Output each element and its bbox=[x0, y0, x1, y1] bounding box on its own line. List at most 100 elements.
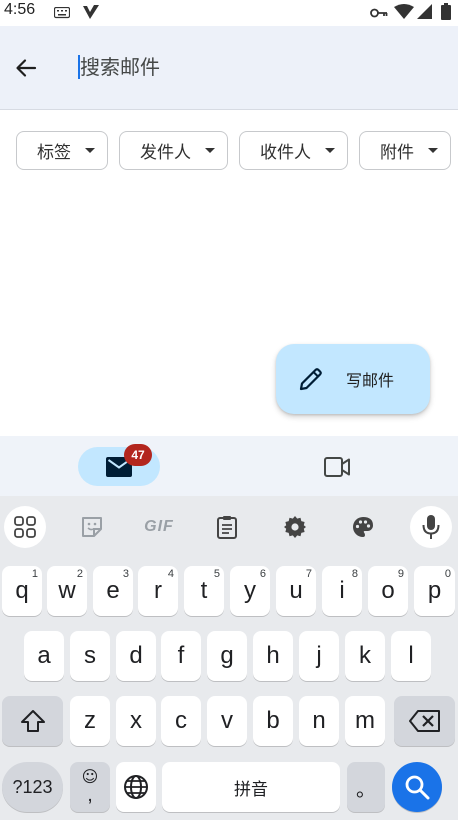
key-h[interactable]: h bbox=[253, 631, 293, 681]
key-char: p bbox=[427, 577, 442, 604]
text-cursor bbox=[78, 55, 80, 79]
key-g[interactable]: g bbox=[207, 631, 247, 681]
emoji-icon: ☺ bbox=[81, 767, 99, 786]
key-a[interactable]: a bbox=[24, 631, 64, 681]
dropdown-arrow-icon bbox=[205, 148, 215, 153]
compose-label: 写邮件 bbox=[346, 371, 395, 390]
key-char: q bbox=[15, 577, 29, 604]
key-hint: 4 bbox=[167, 568, 174, 580]
key-r[interactable]: r4 bbox=[138, 566, 178, 616]
key-y[interactable]: y6 bbox=[230, 566, 270, 616]
symbols-key[interactable]: ?123 bbox=[2, 762, 63, 812]
emoji-comma-key[interactable]: ☺ , bbox=[70, 762, 110, 812]
gif-icon: GIF bbox=[144, 518, 174, 535]
key-u[interactable]: u7 bbox=[276, 566, 316, 616]
key-char: i bbox=[339, 577, 345, 604]
key-hint: 7 bbox=[305, 568, 312, 580]
filter-chip-labels[interactable]: 标签 bbox=[16, 131, 108, 170]
key-f[interactable]: f bbox=[161, 631, 201, 681]
dropdown-arrow-icon bbox=[85, 148, 95, 153]
key-hint: 6 bbox=[259, 568, 266, 580]
period-key[interactable]: 。 bbox=[347, 762, 385, 812]
language-key[interactable] bbox=[116, 762, 156, 812]
key-d[interactable]: d bbox=[116, 631, 156, 681]
key-w[interactable]: w2 bbox=[47, 566, 87, 616]
key-q[interactable]: q1 bbox=[2, 566, 42, 616]
wifi-icon bbox=[394, 4, 414, 19]
comma-char: , bbox=[87, 784, 93, 806]
shift-icon bbox=[20, 710, 45, 732]
dropdown-arrow-icon bbox=[325, 148, 335, 153]
video-icon[interactable] bbox=[322, 455, 352, 479]
key-c[interactable]: c bbox=[161, 696, 201, 746]
key-n[interactable]: n bbox=[299, 696, 339, 746]
status-time: 4:56 bbox=[4, 1, 36, 18]
key-hint: 9 bbox=[397, 568, 404, 580]
apps-grid-icon bbox=[14, 516, 36, 538]
key-hint: 5 bbox=[213, 568, 220, 580]
filter-chips: 标签 发件人 收件人 附件 bbox=[16, 131, 451, 172]
status-bar: 4:56 bbox=[0, 0, 458, 26]
app-v-status-icon bbox=[83, 5, 99, 19]
vpn-key-icon bbox=[370, 8, 388, 18]
apps-grid-button[interactable] bbox=[4, 506, 46, 548]
key-k[interactable]: k bbox=[345, 631, 385, 681]
chip-label: 附件 bbox=[380, 143, 414, 163]
key-char: w bbox=[58, 577, 76, 604]
key-hint: 0 bbox=[444, 568, 451, 580]
chip-label: 发件人 bbox=[140, 143, 191, 163]
key-i[interactable]: i8 bbox=[322, 566, 362, 616]
compose-button[interactable]: 写邮件 bbox=[276, 344, 430, 414]
key-x[interactable]: x bbox=[116, 696, 156, 746]
key-z[interactable]: z bbox=[70, 696, 110, 746]
key-char: y bbox=[244, 577, 256, 604]
key-e[interactable]: e3 bbox=[93, 566, 133, 616]
key-hint: 2 bbox=[76, 568, 83, 580]
back-button[interactable] bbox=[8, 52, 44, 84]
signal-icon bbox=[417, 4, 432, 19]
clipboard-button[interactable] bbox=[206, 506, 248, 548]
key-hint: 8 bbox=[351, 568, 358, 580]
chip-label: 收件人 bbox=[260, 143, 311, 163]
key-p[interactable]: p0 bbox=[414, 566, 455, 616]
dropdown-arrow-icon bbox=[428, 148, 438, 153]
key-char: u bbox=[289, 577, 303, 604]
key-b[interactable]: b bbox=[253, 696, 293, 746]
arrow-back-icon bbox=[16, 59, 37, 77]
pencil-icon bbox=[299, 368, 322, 391]
chip-label: 标签 bbox=[37, 143, 71, 163]
sticker-button[interactable] bbox=[71, 506, 113, 548]
key-char: o bbox=[381, 577, 395, 604]
backspace-key[interactable] bbox=[394, 696, 455, 746]
key-j[interactable]: j bbox=[299, 631, 339, 681]
key-t[interactable]: t5 bbox=[184, 566, 224, 616]
shift-key[interactable] bbox=[2, 696, 63, 746]
filter-chip-from[interactable]: 发件人 bbox=[119, 131, 228, 170]
key-char: t bbox=[200, 577, 208, 604]
gif-button[interactable]: GIF bbox=[138, 506, 180, 548]
voice-input-button[interactable] bbox=[410, 506, 452, 548]
filter-chip-attachment[interactable]: 附件 bbox=[359, 131, 451, 170]
unread-badge: 47 bbox=[124, 444, 152, 466]
mic-icon bbox=[422, 515, 440, 539]
key-m[interactable]: m bbox=[345, 696, 385, 746]
key-char: e bbox=[106, 577, 120, 604]
settings-button[interactable] bbox=[274, 506, 316, 548]
key-l[interactable]: l bbox=[391, 631, 431, 681]
settings-icon bbox=[284, 516, 306, 538]
search-enter-key[interactable] bbox=[392, 762, 442, 812]
keyboard-status-icon bbox=[54, 7, 70, 19]
backspace-icon bbox=[408, 710, 440, 732]
key-o[interactable]: o9 bbox=[368, 566, 408, 616]
key-s[interactable]: s bbox=[70, 631, 110, 681]
battery-icon bbox=[441, 3, 451, 20]
search-icon bbox=[405, 775, 430, 800]
theme-button[interactable] bbox=[342, 506, 384, 548]
clipboard-icon bbox=[217, 516, 237, 539]
search-input[interactable] bbox=[78, 52, 440, 82]
key-v[interactable]: v bbox=[207, 696, 247, 746]
filter-chip-to[interactable]: 收件人 bbox=[239, 131, 348, 170]
keyboard-toolbar: GIF bbox=[0, 496, 458, 558]
palette-icon bbox=[353, 517, 373, 537]
space-key[interactable]: 拼音 bbox=[162, 762, 340, 812]
